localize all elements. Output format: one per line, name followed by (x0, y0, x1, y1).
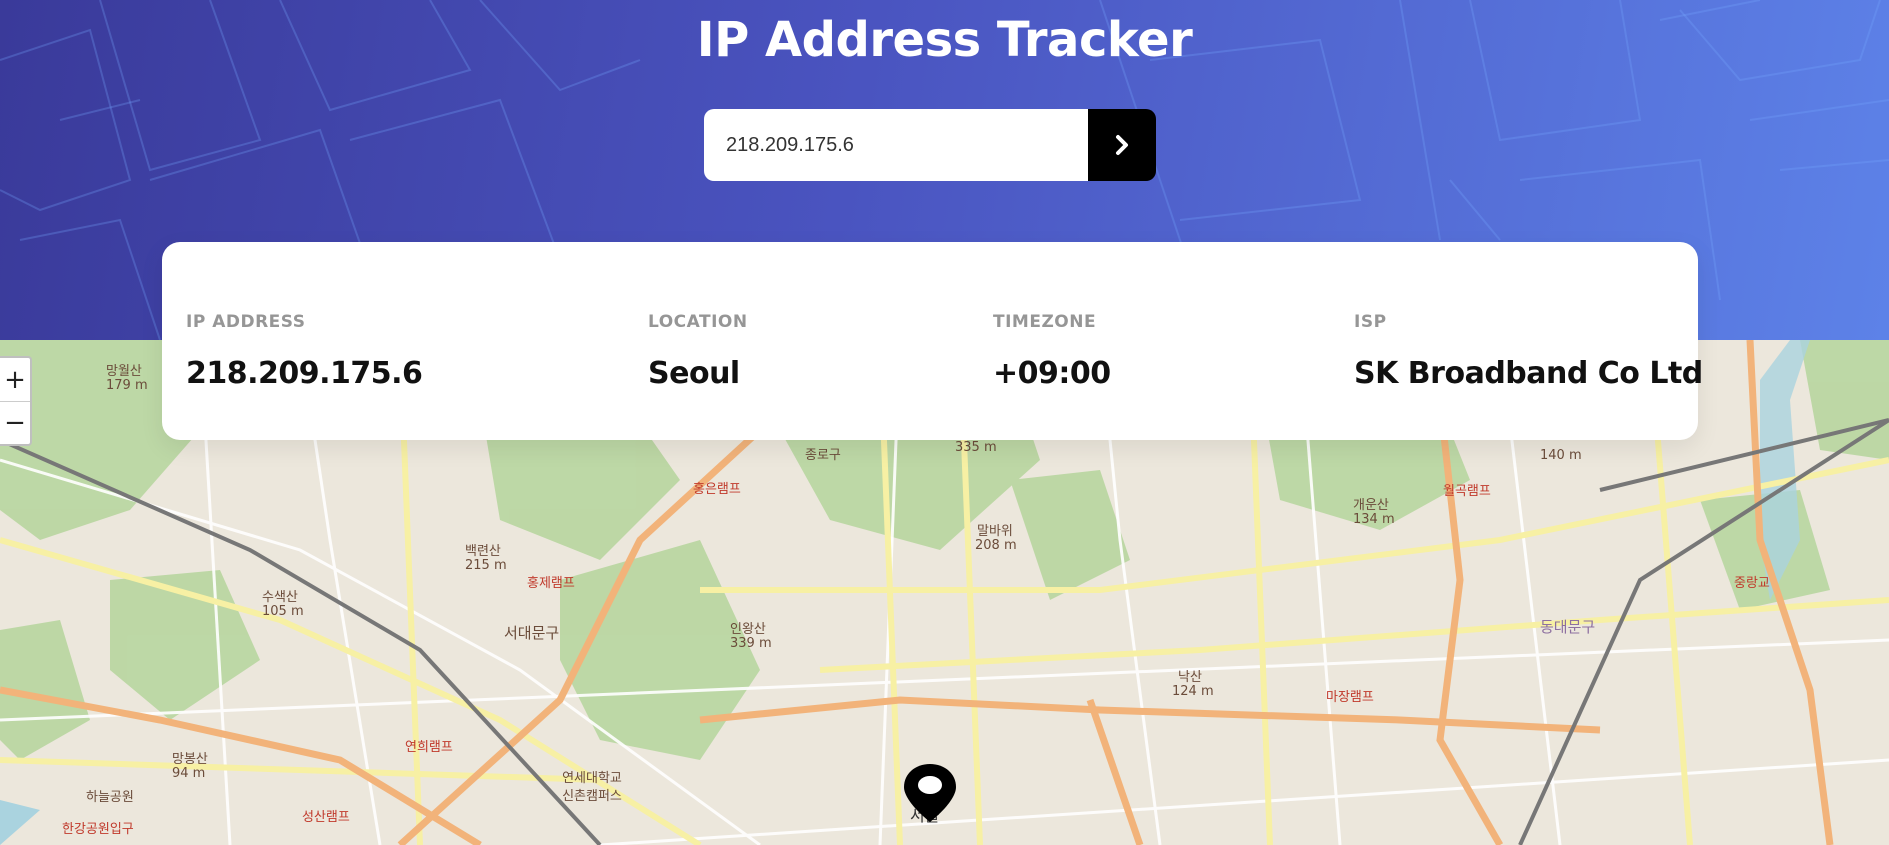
ip-info-card: IP ADDRESS 218.209.175.6 LOCATION Seoul … (162, 242, 1703, 440)
info-label: ISP (1354, 312, 1387, 332)
info-label: LOCATION (648, 312, 748, 332)
map-label: 105 m (262, 604, 304, 619)
info-timezone: TIMEZONE +09:00 (993, 312, 1111, 391)
info-value: 218.209.175.6 (186, 356, 423, 391)
map-label: 개운산 (1353, 498, 1389, 513)
map-label: 중랑교 (1734, 576, 1770, 591)
map-label: 종로구 (805, 448, 841, 463)
zoom-in-button[interactable]: + (0, 358, 30, 401)
map-label: 성산램프 (302, 810, 350, 825)
map-label: 홍제램프 (527, 576, 575, 591)
map-label: 335 m (955, 440, 997, 455)
info-label: IP ADDRESS (186, 312, 306, 332)
map-label: 339 m (730, 636, 772, 651)
map-label: 연희램프 (405, 740, 453, 755)
map-label: 140 m (1540, 448, 1582, 463)
search-submit-button[interactable] (1088, 109, 1156, 181)
map-label: 수색산 (262, 590, 298, 605)
map-label: 215 m (465, 558, 507, 573)
info-value: Seoul (648, 356, 740, 391)
location-pin-icon[interactable] (900, 762, 960, 829)
map-label: 연세대학교신촌캠퍼스 (562, 771, 622, 804)
map-label: 동대문구 (1540, 618, 1596, 636)
map-label: 한강공원입구 (62, 822, 134, 837)
map-label: 망봉산 (172, 752, 208, 767)
map-label: 인왕산 (730, 622, 766, 637)
map-zoom-control: + − (0, 356, 32, 446)
map-label: 94 m (172, 766, 206, 781)
page-title: IP Address Tracker (696, 12, 1193, 68)
map-label: 마장램프 (1326, 690, 1374, 705)
ip-search-input[interactable] (704, 109, 1088, 181)
info-label: TIMEZONE (993, 312, 1097, 332)
info-isp: ISP SK Broadband Co Ltd (1354, 312, 1703, 391)
map-label: 홍은램프 (693, 482, 741, 497)
map-label: 망월산 (106, 364, 142, 379)
map-label: 179 m (106, 378, 148, 393)
map-label: 208 m (975, 538, 1017, 553)
map-label: 낙산 (1178, 670, 1202, 685)
ip-search-form (704, 109, 1156, 181)
info-location: LOCATION Seoul (648, 312, 748, 391)
map-label: 백련산 (465, 544, 501, 559)
map-label: 월곡램프 (1443, 484, 1491, 499)
map-label: 말바위 (977, 524, 1013, 539)
map-label: 하늘공원 (86, 790, 134, 805)
zoom-out-button[interactable]: − (0, 401, 30, 444)
info-ip-address: IP ADDRESS 218.209.175.6 (186, 312, 423, 391)
map-label: 서대문구 (504, 624, 560, 642)
info-value: SK Broadband Co Ltd (1354, 356, 1703, 391)
map-label: 124 m (1172, 684, 1214, 699)
map-label: 134 m (1353, 512, 1395, 527)
chevron-right-icon (1116, 135, 1128, 155)
info-value: +09:00 (993, 356, 1111, 391)
